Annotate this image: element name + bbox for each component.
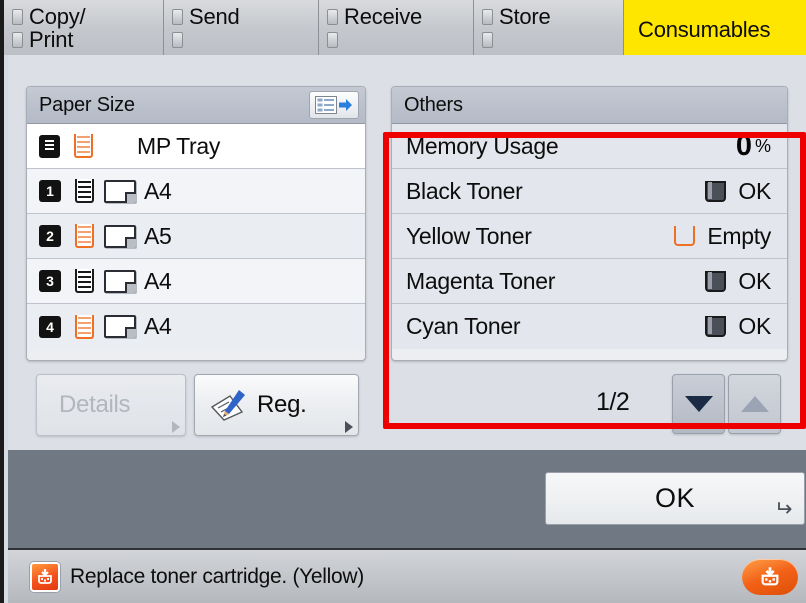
paper-size-header: Paper Size <box>27 87 365 124</box>
tab-receive[interactable]: Receive <box>319 0 474 55</box>
ok-button[interactable]: OK ↵ <box>545 472 805 525</box>
tab-send[interactable]: Send <box>164 0 319 55</box>
paper-sheet-icon <box>104 179 136 203</box>
checkbox-icon <box>327 8 338 25</box>
tab-consumables[interactable]: Consumables <box>624 0 806 55</box>
others-row-label: Memory Usage <box>406 132 559 159</box>
others-panel: Others Memory Usage 0 % Black Toner OK Y… <box>391 86 788 361</box>
tray-number-icon: 4 <box>39 315 61 338</box>
toner-status: Empty <box>707 222 771 249</box>
tray-number-icon: 2 <box>39 225 61 247</box>
paper-row-label: MP Tray <box>137 132 221 159</box>
reg-button[interactable]: Reg. <box>194 374 359 436</box>
details-button[interactable]: Details <box>36 374 186 436</box>
paper-sheet-icon <box>104 315 136 338</box>
memory-usage-unit: % <box>754 135 771 156</box>
tab-receive-label: Receive <box>344 3 423 29</box>
checkbox-icon <box>482 8 493 25</box>
tab-store-label: Store <box>499 3 551 29</box>
toner-empty-icon <box>674 226 696 246</box>
paper-row-label: A4 <box>144 313 172 339</box>
others-row-yellow-toner[interactable]: Yellow Toner Empty <box>392 214 787 259</box>
paper-row-label: A5 <box>144 222 172 249</box>
tray-number-icon: 1 <box>39 180 61 202</box>
checkbox-icon <box>172 31 183 48</box>
paper-size-panel: Paper Size MP Tray 1 A4 2 A5 3 A4 4 A4 <box>26 86 366 361</box>
others-row-label: Black Toner <box>406 177 523 204</box>
paper-row-drawer-4[interactable]: 4 A4 <box>27 304 365 349</box>
tab-store[interactable]: Store <box>474 0 624 55</box>
checkbox-icon <box>327 31 338 48</box>
tab-copy-print-label-line2: Print <box>29 26 74 52</box>
toner-ok-icon <box>705 316 727 337</box>
mp-tray-icon <box>39 134 60 158</box>
triangle-down-icon <box>684 396 713 412</box>
memory-usage-value: 0 <box>735 129 752 162</box>
checkbox-icon <box>12 8 23 25</box>
paper-sheet-icon <box>104 224 136 248</box>
others-row-label: Magenta Toner <box>406 267 556 294</box>
paper-row-drawer-1[interactable]: 1 A4 <box>27 169 365 214</box>
status-bar: Replace toner cartridge. (Yellow) <box>8 548 806 603</box>
work-area: Paper Size MP Tray 1 A4 2 A5 3 A4 4 A4 O… <box>8 55 806 450</box>
paper-row-mp-tray[interactable]: MP Tray <box>27 124 365 169</box>
paper-row-label: A4 <box>144 177 172 204</box>
others-header: Others <box>392 87 787 124</box>
triangle-right-icon <box>345 421 353 433</box>
checkbox-icon <box>172 8 183 25</box>
toner-ok-icon <box>705 270 727 292</box>
paper-sheet-icon <box>104 269 136 293</box>
others-title: Others <box>404 93 463 116</box>
tray-number-icon: 3 <box>39 270 61 292</box>
others-row-label: Yellow Toner <box>406 222 532 249</box>
paper-row-drawer-3[interactable]: 3 A4 <box>27 259 365 304</box>
page-up-button <box>728 374 781 434</box>
toner-status: OK <box>738 313 771 339</box>
pencil-note-icon <box>209 388 249 422</box>
checkbox-icon <box>12 31 23 48</box>
reg-button-label: Reg. <box>257 391 307 418</box>
page-indicator: 1/2 <box>596 388 630 416</box>
ok-button-label: OK <box>654 483 695 513</box>
paper-size-title: Paper Size <box>39 93 135 116</box>
paper-level-full-icon <box>75 179 94 203</box>
paper-row-label: A4 <box>144 267 172 294</box>
others-row-label: Cyan Toner <box>406 313 521 339</box>
paper-row-drawer-2[interactable]: 2 A5 <box>27 214 365 259</box>
printer-control-panel-screen: Copy/ Print Send Receive Store Consumabl… <box>0 0 806 603</box>
details-button-label: Details <box>59 391 131 418</box>
paper-level-low-icon <box>75 314 94 339</box>
status-message: Replace toner cartridge. (Yellow) <box>70 564 364 588</box>
footer-bar: OK ↵ <box>8 450 806 548</box>
list-export-icon[interactable] <box>309 91 359 119</box>
triangle-up-icon <box>740 396 769 412</box>
paper-level-low-icon <box>75 224 94 248</box>
toner-status: OK <box>738 267 771 294</box>
paper-level-full-icon <box>75 269 94 293</box>
toner-status: OK <box>738 177 771 204</box>
toner-alert-button[interactable] <box>742 558 798 595</box>
toner-ok-icon <box>705 180 727 202</box>
triangle-right-icon <box>172 421 180 433</box>
checkbox-icon <box>482 31 493 48</box>
tab-bar: Copy/ Print Send Receive Store Consumabl… <box>4 0 806 55</box>
others-row-cyan-toner[interactable]: Cyan Toner OK <box>392 304 787 349</box>
tab-send-label: Send <box>189 3 240 29</box>
others-row-magenta-toner[interactable]: Magenta Toner OK <box>392 259 787 304</box>
tab-copy-print[interactable]: Copy/ Print <box>4 0 164 55</box>
page-down-button[interactable] <box>672 374 725 434</box>
tab-consumables-label: Consumables <box>638 17 771 42</box>
paper-level-low-icon <box>74 134 93 158</box>
enter-arrow-icon: ↵ <box>773 496 792 521</box>
toner-alert-icon <box>30 561 60 592</box>
others-row-black-toner[interactable]: Black Toner OK <box>392 169 787 214</box>
others-row-memory-usage[interactable]: Memory Usage 0 % <box>392 124 787 169</box>
